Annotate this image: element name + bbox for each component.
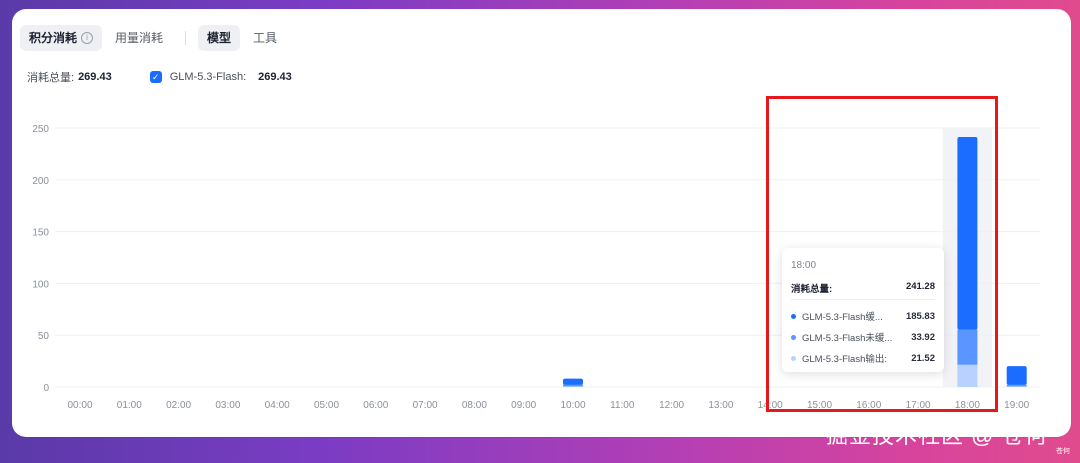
x-tick-label: 07:00 xyxy=(413,400,438,411)
x-tick-label: 06:00 xyxy=(363,400,388,411)
bar-segment xyxy=(1006,366,1027,385)
bar-segment xyxy=(563,378,583,385)
x-tick-label: 00:00 xyxy=(67,400,92,411)
x-tick-label: 10:00 xyxy=(560,400,585,411)
bar-segment xyxy=(563,384,583,387)
y-tick-label: 100 xyxy=(32,279,49,290)
x-tick-label: 02:00 xyxy=(166,400,191,411)
bar-segment xyxy=(1006,386,1027,387)
x-tick-label: 13:00 xyxy=(708,400,733,411)
highlight-annotation-box xyxy=(766,96,998,412)
y-tick-label: 250 xyxy=(32,124,49,135)
watermark-small-text: 苍何 xyxy=(1056,448,1070,455)
y-tick-label: 150 xyxy=(32,228,49,239)
x-tick-label: 04:00 xyxy=(265,400,290,411)
x-tick-label: 01:00 xyxy=(117,400,142,411)
x-tick-label: 09:00 xyxy=(511,400,536,411)
x-tick-label: 08:00 xyxy=(462,400,487,411)
y-tick-label: 50 xyxy=(38,331,50,342)
x-tick-label: 11:00 xyxy=(610,400,635,411)
x-tick-label: 19:00 xyxy=(1004,400,1029,411)
x-tick-label: 03:00 xyxy=(215,400,240,411)
y-tick-label: 200 xyxy=(32,176,49,187)
bar-segment xyxy=(563,386,583,387)
watermark-text: 掘金技术社区 @ 苍何 xyxy=(826,423,1048,448)
x-tick-label: 05:00 xyxy=(314,400,339,411)
bar-segment xyxy=(1006,384,1027,387)
x-tick-label: 12:00 xyxy=(659,400,684,411)
y-tick-label: 0 xyxy=(43,383,49,394)
